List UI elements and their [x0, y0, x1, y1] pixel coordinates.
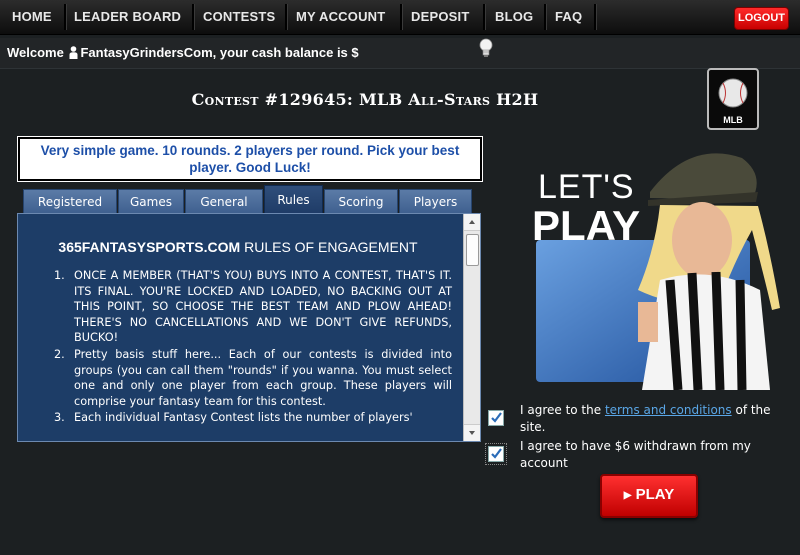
tab-scoring[interactable]: Scoring [324, 189, 398, 214]
scroll-up-arrow-icon[interactable] [464, 214, 480, 231]
rule-text: Each individual Fantasy Contest lists th… [74, 411, 413, 425]
nav-deposit[interactable]: DEPOSIT [411, 0, 469, 34]
withdraw-agreement: I agree to have $6 withdrawn from my acc… [520, 439, 751, 470]
nav-divider [594, 4, 597, 30]
rule-item: 1. ONCE A MEMBER (THAT'S YOU) BUYS INTO A… [54, 269, 452, 345]
play-button[interactable]: ▶ PLAY [600, 474, 698, 518]
logout-button[interactable]: LOGOUT [734, 7, 789, 30]
welcome-prefix: Welcome [7, 45, 64, 60]
contest-description: Very simple game. 10 rounds. 2 players p… [40, 143, 460, 175]
contest-description-box: Very simple game. 10 rounds. 2 players p… [18, 137, 482, 181]
rules-list: 1. ONCE A MEMBER (THAT'S YOU) BUYS INTO A… [32, 268, 452, 427]
tab-games[interactable]: Games [118, 189, 184, 214]
nav-blog[interactable]: BLOG [495, 0, 533, 34]
rules-panel[interactable]: 365FANTASYSPORTS.COM RULES OF ENGAGEMENT… [17, 213, 481, 442]
checkmark-icon [491, 448, 502, 459]
baseball-icon [718, 78, 748, 108]
rules-heading: 365FANTASYSPORTS.COM RULES OF ENGAGEMENT [18, 239, 458, 255]
nav-divider [64, 4, 67, 30]
nav-divider [483, 4, 486, 30]
rules-scrollbar[interactable] [463, 214, 480, 441]
rules-heading-brand: 365FANTASYSPORTS.COM [58, 239, 241, 255]
play-arrow-icon: ▶ [623, 490, 632, 501]
terms-prefix: I agree to the [520, 403, 605, 417]
rule-item: 3. Each individual Fantasy Contest lists … [54, 411, 413, 425]
nav-faq[interactable]: FAQ [555, 0, 582, 34]
lightbulb-icon[interactable] [479, 38, 493, 60]
nav-divider [400, 4, 403, 30]
terms-link[interactable]: terms and conditions [605, 403, 732, 417]
rule-text: ONCE A MEMBER (THAT'S YOU) BUYS INTO A C… [74, 269, 452, 345]
sport-badge-label: MLB [723, 115, 743, 125]
welcome-username: FantasyGrindersCom [80, 45, 213, 60]
terms-agreement: I agree to the terms and conditions of t… [520, 402, 792, 436]
user-icon [69, 46, 78, 59]
terms-checkbox[interactable] [488, 410, 504, 426]
rule-item: 2. Pretty basis stuff here... Each of our… [54, 347, 452, 408]
nav-divider [192, 4, 195, 30]
cash-balance-label: , your cash balance is $ [212, 45, 359, 60]
nav-divider [544, 4, 547, 30]
nav-divider [285, 4, 288, 30]
tab-registered[interactable]: Registered [23, 189, 117, 214]
scroll-thumb[interactable] [466, 234, 479, 266]
tab-general[interactable]: General [185, 189, 263, 214]
withdraw-checkbox[interactable] [485, 443, 507, 465]
nav-my-account[interactable]: MY ACCOUNT [296, 0, 385, 34]
rules-heading-text: RULES OF ENGAGEMENT [240, 239, 418, 255]
play-button-label: PLAY [635, 486, 675, 503]
welcome-message: Welcome FantasyGrindersCom, your cash ba… [7, 45, 359, 60]
nav-leader-board[interactable]: LEADER BOARD [74, 0, 181, 34]
contest-title: Contest #129645: MLB All-Stars H2H [191, 90, 539, 109]
welcome-bar: Welcome FantasyGrindersCom, your cash ba… [0, 38, 800, 69]
rule-text: Pretty basis stuff here... Each of our c… [74, 347, 452, 408]
tab-players[interactable]: Players [399, 189, 472, 214]
lets-play-promo: LET'S PLAY [520, 140, 800, 390]
top-navigation: HOME LEADER BOARD CONTESTS MY ACCOUNT DE… [0, 0, 800, 35]
scroll-down-arrow-icon[interactable] [464, 424, 480, 441]
nav-contests[interactable]: CONTESTS [203, 0, 275, 34]
sport-badge: MLB [707, 68, 759, 130]
checkmark-icon [491, 412, 502, 423]
nav-home[interactable]: HOME [12, 0, 52, 34]
promo-play-text: PLAY [532, 202, 641, 249]
tab-rules[interactable]: Rules [264, 185, 323, 215]
